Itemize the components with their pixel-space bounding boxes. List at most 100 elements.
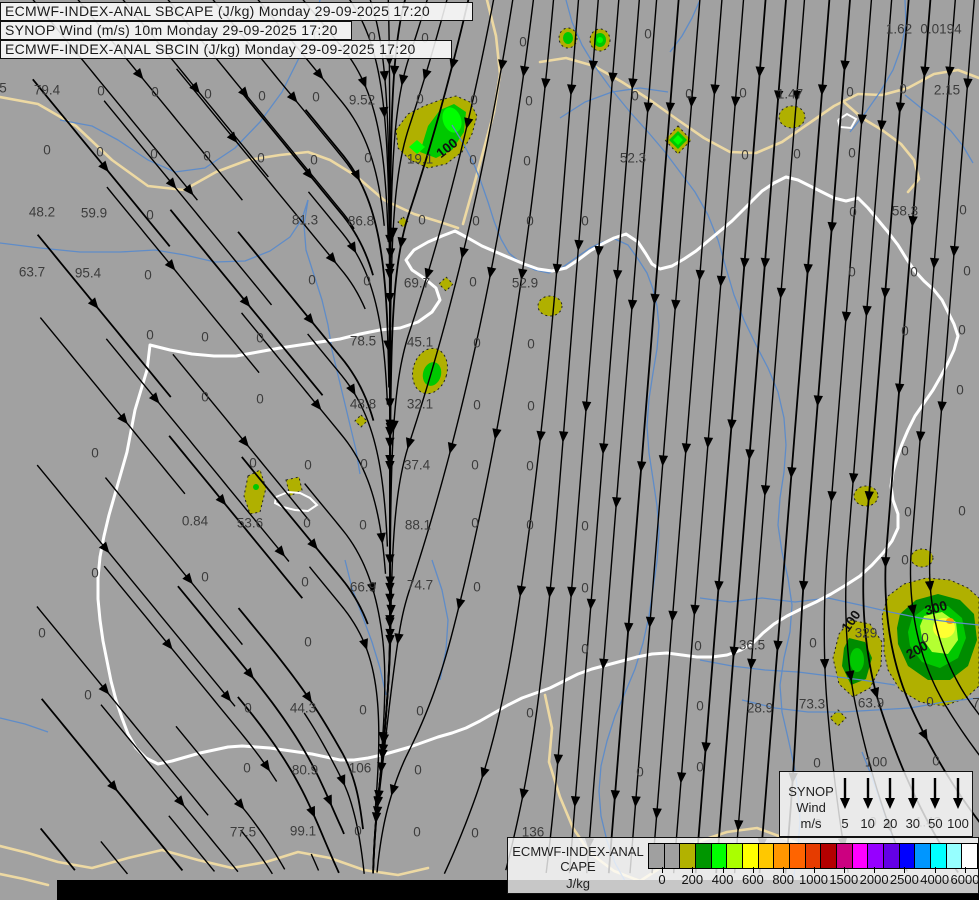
flow-arrowhead (745, 449, 755, 461)
grid-value-label: 0 (469, 275, 477, 290)
river-line (849, 0, 907, 133)
grid-value-label: 86.8 (348, 214, 374, 229)
flow-arrowhead (916, 431, 926, 443)
grid-value-label: 0 (304, 635, 312, 650)
flow-arrowhead (695, 269, 705, 282)
flow-arrowhead (480, 766, 490, 779)
cape-swatch (931, 844, 947, 868)
cape-region (243, 469, 267, 515)
flow-arrowhead (519, 788, 529, 801)
cape-region (597, 37, 603, 43)
flow-arrowhead (376, 532, 386, 545)
flow-arrowhead (422, 68, 432, 81)
flow-arrowhead (389, 783, 399, 796)
grid-value-label: 32.1 (407, 397, 433, 412)
flow-arrowhead (716, 275, 727, 288)
grid-value-label: 44.3 (290, 701, 316, 716)
grid-value-label: 0 (416, 92, 424, 107)
cape-swatch (868, 844, 885, 868)
flow-arrowhead (881, 557, 891, 569)
flow-arrowhead (581, 401, 592, 413)
flow-arrowhead (799, 580, 809, 593)
flow-arrowhead (827, 221, 837, 234)
flow-arrowhead (819, 658, 830, 671)
flow-arrowhead (594, 245, 604, 258)
flow-arrowhead (755, 66, 765, 78)
cape-swatch (915, 844, 932, 868)
streamline (100, 704, 239, 873)
flow-arrowhead (312, 68, 324, 80)
streamline (545, 0, 620, 874)
grid-value-label: 0 (304, 458, 312, 473)
flow-arrowhead (520, 65, 530, 78)
cape-region (778, 105, 806, 129)
flow-arrowhead (346, 241, 357, 254)
flow-arrowhead (567, 84, 577, 96)
grid-value-label: 0 (685, 87, 693, 102)
flow-arrowhead (813, 395, 823, 407)
cape-swatch (946, 844, 963, 868)
grid-value-label: 0 (150, 147, 158, 162)
grid-value-label: 0 (523, 154, 531, 169)
flow-arrowhead (599, 443, 609, 455)
flow-arrowhead (773, 640, 783, 652)
grid-value-label: 0 (38, 626, 46, 641)
flow-arrowhead (310, 398, 322, 411)
grid-value-label: 0 (201, 570, 209, 585)
flow-arrowhead (545, 586, 556, 598)
streamline (607, 0, 680, 874)
flow-arrowhead (760, 257, 770, 270)
streamline (103, 100, 273, 306)
flow-arrowhead (220, 690, 232, 702)
flow-arrowhead (459, 247, 469, 259)
streamline (694, 0, 767, 874)
grid-value-label: 0 (359, 703, 367, 718)
cape-swatch (664, 844, 681, 868)
streamline (177, 585, 345, 835)
flow-arrowhead (405, 437, 415, 450)
grid-value-label: 0 (581, 519, 589, 534)
grid-value-label: 0 (848, 146, 856, 161)
grid-value-label: 0 (694, 639, 702, 654)
grid-value-label: 0 (581, 581, 589, 596)
flow-arrowhead (880, 287, 891, 300)
cape-swatch (852, 844, 869, 868)
cape-colorbar-legend: ECMWF-INDEX-ANAL CAPE J/kg 0 200 400 600 800… (507, 837, 979, 894)
grid-value-label: 66.9 (350, 580, 376, 595)
flow-arrowhead (776, 287, 787, 300)
grid-value-label: 58.3 (892, 204, 918, 219)
grid-value-label: 0 (644, 27, 652, 42)
grid-value-label: 0 (359, 518, 367, 533)
streamline (586, 0, 658, 874)
flow-arrowhead (949, 245, 960, 258)
flow-arrowhead (541, 78, 551, 90)
flow-arrowhead (895, 383, 905, 395)
grid-value-label: 0 (696, 699, 704, 714)
grid-value-label: 0 (958, 323, 966, 338)
river-line (0, 717, 49, 733)
grid-value-label: 0 (363, 274, 371, 289)
flow-arrowhead (862, 305, 872, 317)
wind-arrow-icon (840, 778, 850, 809)
grid-value-label: 0 (301, 575, 309, 590)
flow-arrowhead (613, 269, 623, 282)
grid-value-label: 0 (581, 214, 589, 229)
grid-value-label: 53.6 (237, 516, 263, 531)
flow-arrowhead (877, 120, 887, 132)
wind-speed-label: 30 (905, 816, 921, 831)
flow-arrowhead (658, 455, 669, 467)
flow-arrowhead (612, 496, 622, 509)
flow-arrowhead (487, 266, 497, 279)
grid-value-label: 77.5 (230, 825, 256, 840)
grid-value-label: 69.7 (404, 276, 430, 291)
grid-value-label: 0 (473, 336, 481, 351)
cape-region (853, 485, 879, 507)
cape-swatch (805, 844, 822, 868)
grid-value-label: 0 (904, 505, 912, 520)
grid-value-label: 59.9 (81, 206, 107, 221)
grid-value-label: 0.84 (182, 514, 209, 529)
flow-arrowhead (516, 585, 527, 597)
flow-arrowhead (710, 84, 720, 96)
cape-swatch (711, 844, 728, 868)
flow-arrowhead (624, 622, 634, 634)
